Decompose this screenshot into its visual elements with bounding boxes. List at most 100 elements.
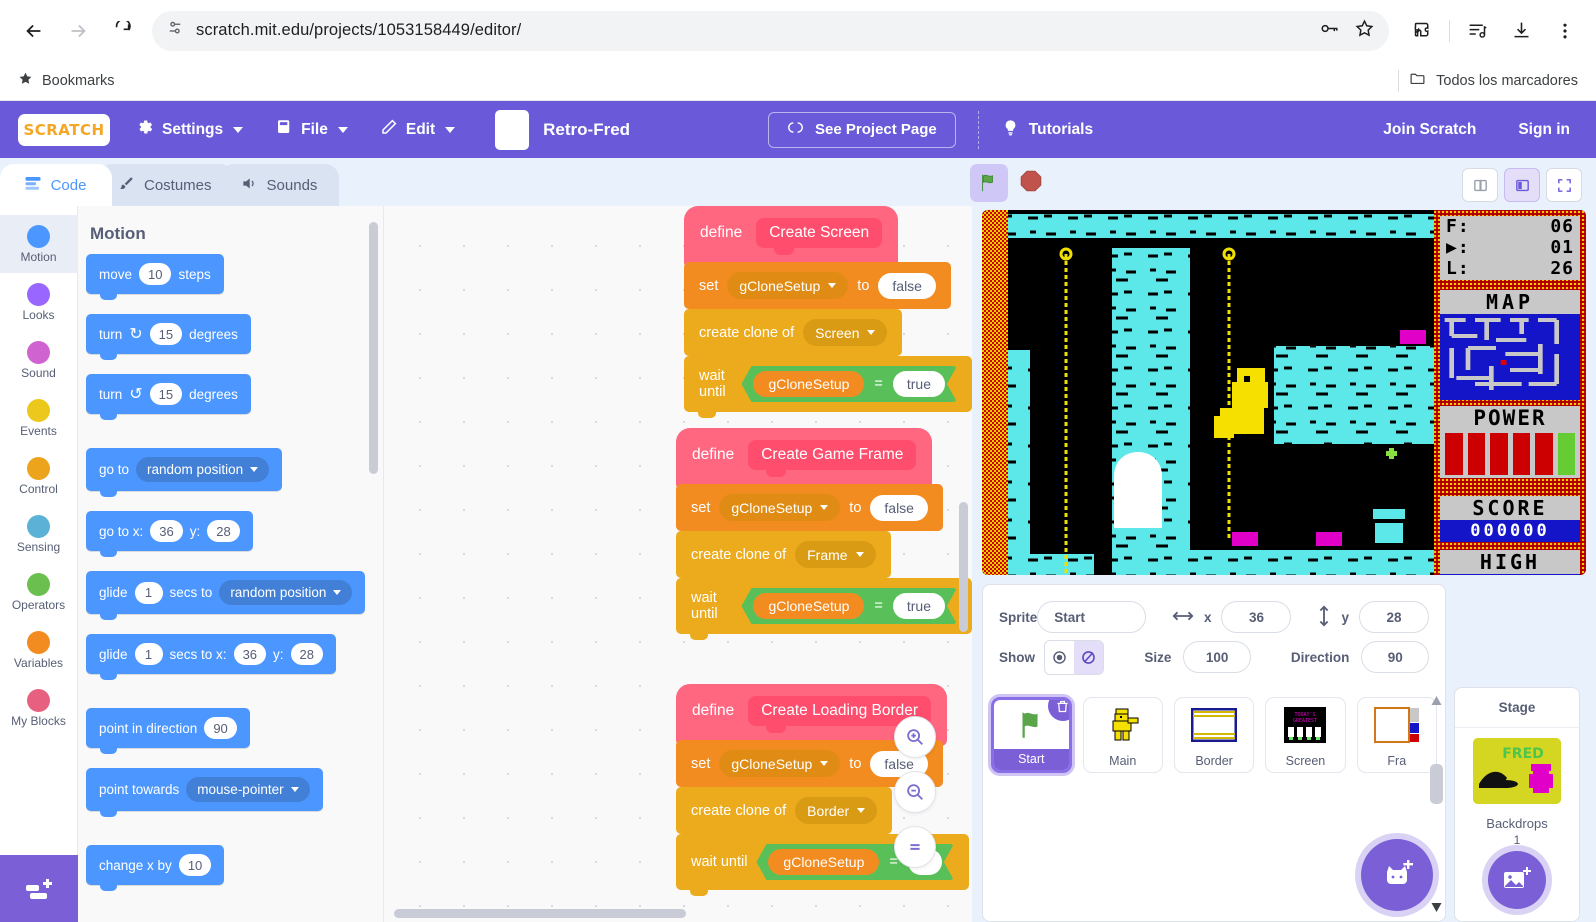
variable-reporter[interactable]: gCloneSetup <box>753 593 864 619</box>
block-palette[interactable]: Motion move 10 steps turn ↻ 15 degrees t… <box>78 206 384 922</box>
secs-input[interactable]: 1 <box>134 581 163 604</box>
settings-menu[interactable]: Settings <box>136 118 265 141</box>
set-variable-block[interactable]: set gCloneSetup to false <box>684 262 951 315</box>
block-turn-left[interactable]: turn ↺ 15 degrees <box>86 374 251 420</box>
sprite-list-scrollbar[interactable] <box>1430 695 1443 913</box>
block-move-steps[interactable]: move 10 steps <box>86 254 224 300</box>
site-info-icon[interactable] <box>166 19 184 42</box>
show-visible-icon[interactable] <box>1045 641 1074 674</box>
workspace-horizontal-scrollbar[interactable] <box>394 909 686 918</box>
project-name[interactable]: Retro-Fred <box>543 120 630 140</box>
variable-reporter[interactable]: gCloneSetup <box>768 849 879 875</box>
small-stage-button[interactable] <box>1462 168 1498 202</box>
clone-target-dropdown[interactable]: Border <box>795 797 878 824</box>
extensions-icon[interactable] <box>1405 14 1439 48</box>
value-input[interactable]: true <box>893 371 945 397</box>
x-input[interactable]: 36 <box>233 643 267 665</box>
tutorials-button[interactable]: Tutorials <box>1001 118 1093 142</box>
block-glide-to-xy[interactable]: glide 1 secs to x: 36 y: 28 <box>86 634 337 680</box>
x-input[interactable]: 36 <box>1221 601 1292 633</box>
sprite-card-start[interactable]: Start <box>991 697 1072 773</box>
see-project-page-button[interactable]: See Project Page <box>768 111 956 148</box>
direction-input[interactable]: 90 <box>204 717 237 739</box>
wait-until-block[interactable]: wait until gCloneSetup = true <box>684 356 972 418</box>
target-dropdown[interactable]: random position <box>219 580 353 605</box>
password-key-icon[interactable] <box>1319 18 1340 44</box>
target-dropdown[interactable]: mouse-pointer <box>186 777 310 802</box>
tab-sounds[interactable]: Sounds <box>219 164 340 206</box>
code-workspace[interactable]: define Create Screen set gCloneSetup to … <box>384 206 972 922</box>
y-input[interactable]: 28 <box>1359 601 1429 633</box>
bookmark-star-icon[interactable] <box>1354 18 1375 44</box>
sprite-name-input[interactable]: Start <box>1037 601 1146 633</box>
category-looks[interactable]: Looks <box>0 273 78 331</box>
large-stage-button[interactable] <box>1504 168 1540 202</box>
add-sprite-button[interactable] <box>1361 839 1433 911</box>
show-hidden-icon[interactable] <box>1073 640 1104 674</box>
secs-input[interactable]: 1 <box>134 643 163 665</box>
sprite-card-border[interactable]: Border <box>1173 697 1255 773</box>
zoom-reset-icon[interactable] <box>894 826 936 868</box>
reload-button[interactable] <box>102 11 142 51</box>
scroll-down-icon[interactable] <box>1430 902 1443 913</box>
number-input[interactable]: 10 <box>139 263 172 285</box>
zoom-in-icon[interactable] <box>894 716 936 758</box>
fullscreen-button[interactable] <box>1546 168 1582 202</box>
category-events[interactable]: Events <box>0 389 78 447</box>
category-control[interactable]: Control <box>0 447 78 505</box>
stage-area[interactable]: F: 06 ▶: 01 L: 26 MAP POWER SCORE 000000… <box>982 210 1586 575</box>
stage-selector-panel[interactable]: Stage FRED Backdrops 1 <box>1454 687 1580 922</box>
join-scratch-link[interactable]: Join Scratch <box>1383 121 1476 139</box>
block-go-to[interactable]: go to random position <box>86 448 283 497</box>
category-operators[interactable]: Operators <box>0 563 78 621</box>
show-toggle-group[interactable] <box>1043 639 1105 675</box>
block-change-x-by[interactable]: change x by 10 <box>86 845 225 891</box>
value-input[interactable]: true <box>893 593 945 619</box>
define-hat-block[interactable]: define Create Game Frame <box>676 428 933 490</box>
bookmarks-label[interactable]: Bookmarks <box>42 73 115 89</box>
stop-button[interactable] <box>1018 168 1044 199</box>
variable-dropdown[interactable]: gCloneSetup <box>719 750 841 777</box>
green-flag-button[interactable] <box>970 164 1008 202</box>
block-turn-right[interactable]: turn ↻ 15 degrees <box>86 314 251 360</box>
add-backdrop-button[interactable] <box>1488 851 1546 909</box>
variable-reporter[interactable]: gCloneSetup <box>753 371 864 397</box>
create-clone-block[interactable]: create clone of Border <box>676 787 893 840</box>
chrome-menu-icon[interactable] <box>1548 14 1582 48</box>
x-input[interactable]: 36 <box>150 520 183 542</box>
script-create-game-frame[interactable]: define Create Game Frame set gCloneSetup… <box>676 428 972 640</box>
script-create-screen[interactable]: define Create Screen set gCloneSetup to … <box>684 206 972 418</box>
create-clone-block[interactable]: create clone of Frame <box>676 531 891 584</box>
address-bar[interactable]: scratch.mit.edu/projects/1053158449/edit… <box>152 10 1389 51</box>
edit-menu[interactable]: Edit <box>380 118 477 141</box>
value-input[interactable]: false <box>878 272 936 299</box>
zoom-out-icon[interactable] <box>894 771 936 813</box>
value-input[interactable]: false <box>870 494 928 521</box>
size-input[interactable]: 100 <box>1183 641 1251 673</box>
sprite-card-frame[interactable]: Fra <box>1356 697 1437 773</box>
workspace-vertical-scrollbar[interactable] <box>959 502 968 632</box>
all-bookmarks-label[interactable]: Todos los marcadores <box>1436 73 1578 89</box>
direction-input[interactable]: 90 <box>1361 641 1429 673</box>
add-extension-button[interactable] <box>0 855 78 922</box>
clone-target-dropdown[interactable]: Screen <box>803 319 888 346</box>
set-variable-block[interactable]: set gCloneSetup to false <box>676 484 943 537</box>
sprite-card-main[interactable]: Main <box>1082 697 1163 773</box>
clone-target-dropdown[interactable]: Frame <box>795 541 876 568</box>
define-hat-block[interactable]: define Create Screen <box>684 206 899 268</box>
sprite-list[interactable]: Start Main Border TODAY'S GREATEST Scree… <box>982 687 1446 922</box>
block-point-in-direction[interactable]: point in direction 90 <box>86 708 250 754</box>
forward-button[interactable] <box>58 11 98 51</box>
block-go-to-xy[interactable]: go to x: 36 y: 28 <box>86 511 253 557</box>
back-button[interactable] <box>14 11 54 51</box>
category-motion[interactable]: Motion <box>0 215 78 273</box>
scroll-thumb[interactable] <box>1430 764 1443 804</box>
y-input[interactable]: 28 <box>207 520 240 542</box>
category-my-blocks[interactable]: My Blocks <box>0 679 78 737</box>
scratch-logo[interactable]: SCRATCH <box>18 113 110 146</box>
reading-list-icon[interactable] <box>1460 14 1494 48</box>
y-input[interactable]: 28 <box>290 643 324 665</box>
equals-operator-block[interactable]: gCloneSetup = true <box>741 588 957 624</box>
tab-costumes[interactable]: Costumes <box>98 164 234 206</box>
category-variables[interactable]: Variables <box>0 621 78 679</box>
